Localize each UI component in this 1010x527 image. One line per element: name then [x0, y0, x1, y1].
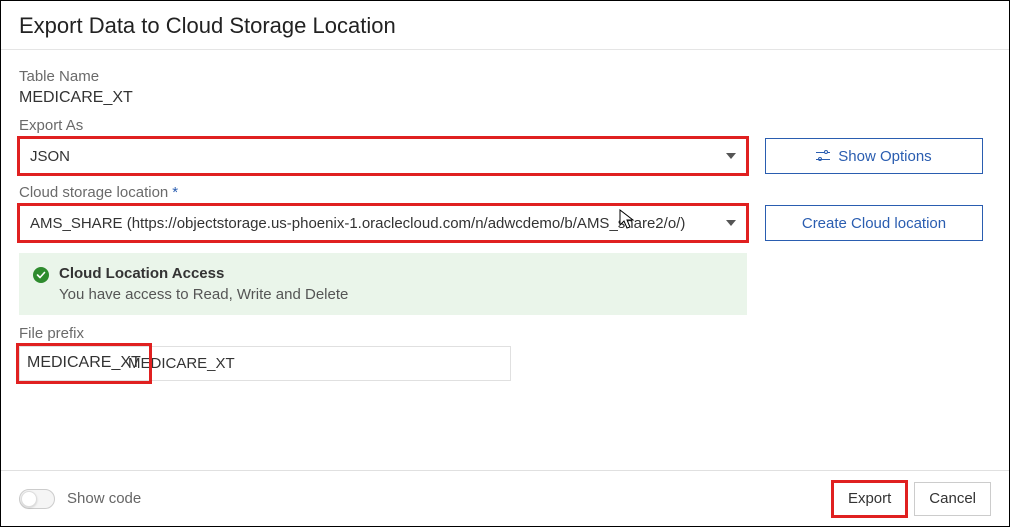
cloud-access-banner: Cloud Location Access You have access to…: [19, 253, 747, 315]
export-button[interactable]: Export: [833, 482, 906, 516]
check-circle-icon: [33, 267, 49, 283]
dialog-title: Export Data to Cloud Storage Location: [19, 13, 991, 39]
table-name-label: Table Name: [19, 68, 991, 85]
show-code-label: Show code: [67, 490, 141, 507]
export-as-select[interactable]: JSON: [19, 138, 747, 174]
dialog-footer: Show code Export Cancel: [1, 470, 1009, 526]
dialog-body: Table Name MEDICARE_XT Export As JSON Sh…: [1, 50, 1009, 389]
cloud-location-label: Cloud storage location*: [19, 184, 991, 201]
cloud-location-selected-value: AMS_SHARE (https://objectstorage.us-phoe…: [30, 215, 685, 232]
required-asterisk: *: [172, 184, 178, 201]
access-banner-desc: You have access to Read, Write and Delet…: [59, 286, 348, 303]
cancel-button[interactable]: Cancel: [914, 482, 991, 516]
show-options-label: Show Options: [838, 148, 931, 165]
file-prefix-input[interactable]: [19, 346, 511, 381]
export-as-label: Export As: [19, 117, 991, 134]
chevron-down-icon: [726, 220, 736, 226]
table-name-value: MEDICARE_XT: [19, 89, 991, 107]
dialog-header: Export Data to Cloud Storage Location: [1, 1, 1009, 50]
cloud-location-select[interactable]: AMS_SHARE (https://objectstorage.us-phoe…: [19, 205, 747, 241]
show-code-toggle[interactable]: [19, 489, 55, 509]
access-banner-title: Cloud Location Access: [59, 265, 348, 282]
show-options-button[interactable]: Show Options: [765, 138, 983, 174]
sliders-icon: [816, 150, 830, 162]
file-prefix-label: File prefix: [19, 325, 991, 342]
create-cloud-location-label: Create Cloud location: [802, 215, 946, 232]
toggle-knob: [21, 491, 37, 507]
chevron-down-icon: [726, 153, 736, 159]
create-cloud-location-button[interactable]: Create Cloud location: [765, 205, 983, 241]
export-as-selected-value: JSON: [30, 148, 70, 165]
